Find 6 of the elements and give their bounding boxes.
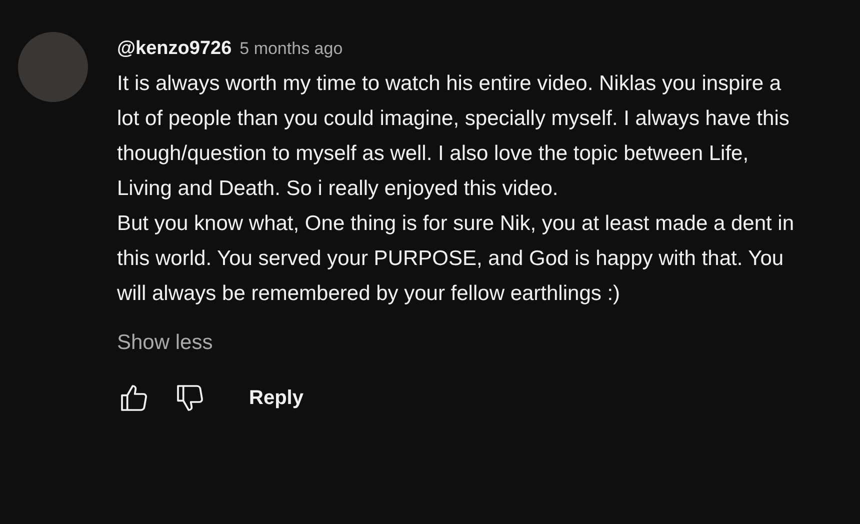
comment-time[interactable]: 5 months ago	[240, 39, 343, 59]
comment-author[interactable]: @kenzo9726	[117, 38, 232, 60]
comment-text: But you know what, One thing is for sure Nik, you at least made a dent in this world. You served your PURPOSE, and God is happy with that. You will always be remembered by your fellow earthlings :)	[117, 211, 796, 307]
comment-text: It is always worth my time to watch his entire video. Niklas you inspire a lot of people than you could imagine, specially myself. I always have this though/question to myself as well. I also love the topic between Life, Living and Death. So i really enjoyed this video.	[117, 71, 790, 202]
show-less-button[interactable]: Show less	[117, 331, 213, 355]
reply-button[interactable]: Reply	[249, 386, 304, 410]
